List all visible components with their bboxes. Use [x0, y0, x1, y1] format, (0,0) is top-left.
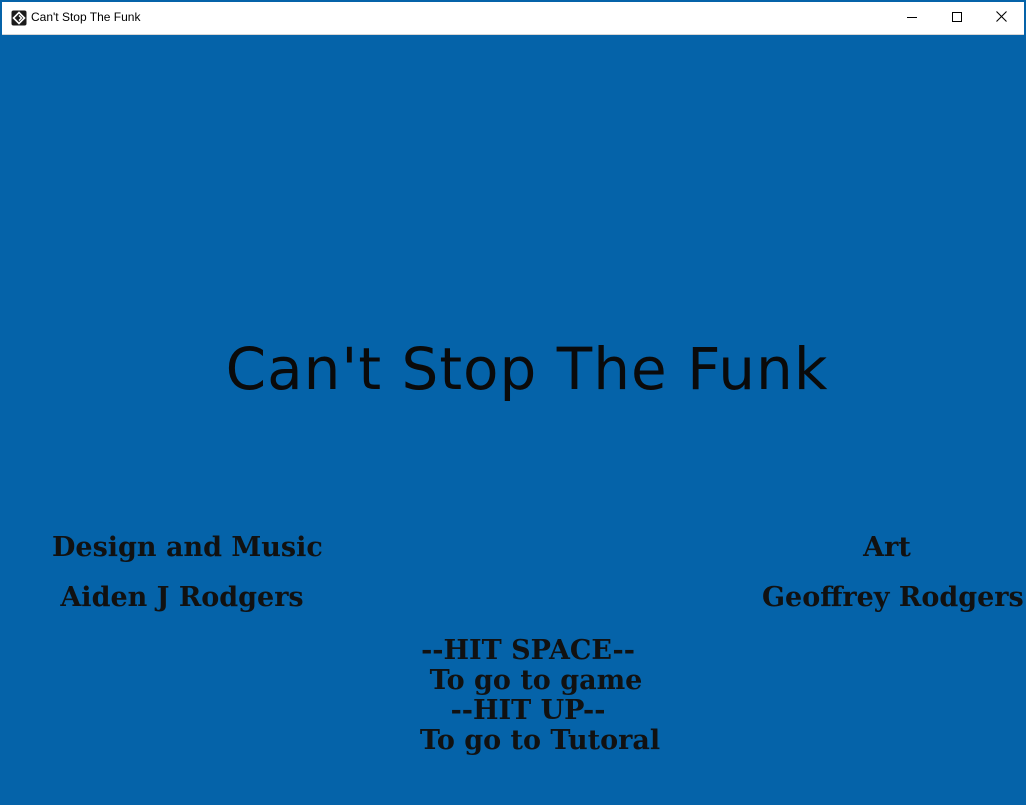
close-icon	[996, 9, 1007, 27]
window-title: Can't Stop The Funk	[31, 10, 141, 24]
game-window: Can't Stop The Funk Can't Stop The Funk …	[0, 0, 1026, 805]
title-bar[interactable]: Can't Stop The Funk	[2, 2, 1024, 35]
design-music-credit-name: Aiden J Rodgers	[60, 582, 304, 613]
art-credit-name: Geoffrey Rodgers	[762, 582, 1024, 613]
go-to-game-text: To go to game	[429, 665, 643, 696]
close-button[interactable]	[979, 2, 1024, 34]
game-maker-icon	[11, 10, 27, 26]
minimize-button[interactable]	[889, 2, 934, 34]
maximize-icon	[951, 9, 962, 27]
hit-space-prompt: --HIT SPACE--	[421, 635, 635, 666]
go-to-tutorial-text: To go to Tutoral	[419, 725, 661, 756]
game-title: Can't Stop The Funk	[225, 335, 829, 403]
minimize-icon	[906, 9, 917, 27]
design-music-credit-label: Design and Music	[52, 532, 323, 563]
hit-up-prompt: --HIT UP--	[450, 695, 606, 726]
maximize-button[interactable]	[934, 2, 979, 34]
game-canvas[interactable]: Can't Stop The Funk Design and Music Aid…	[2, 35, 1024, 802]
art-credit-label: Art	[863, 532, 911, 563]
